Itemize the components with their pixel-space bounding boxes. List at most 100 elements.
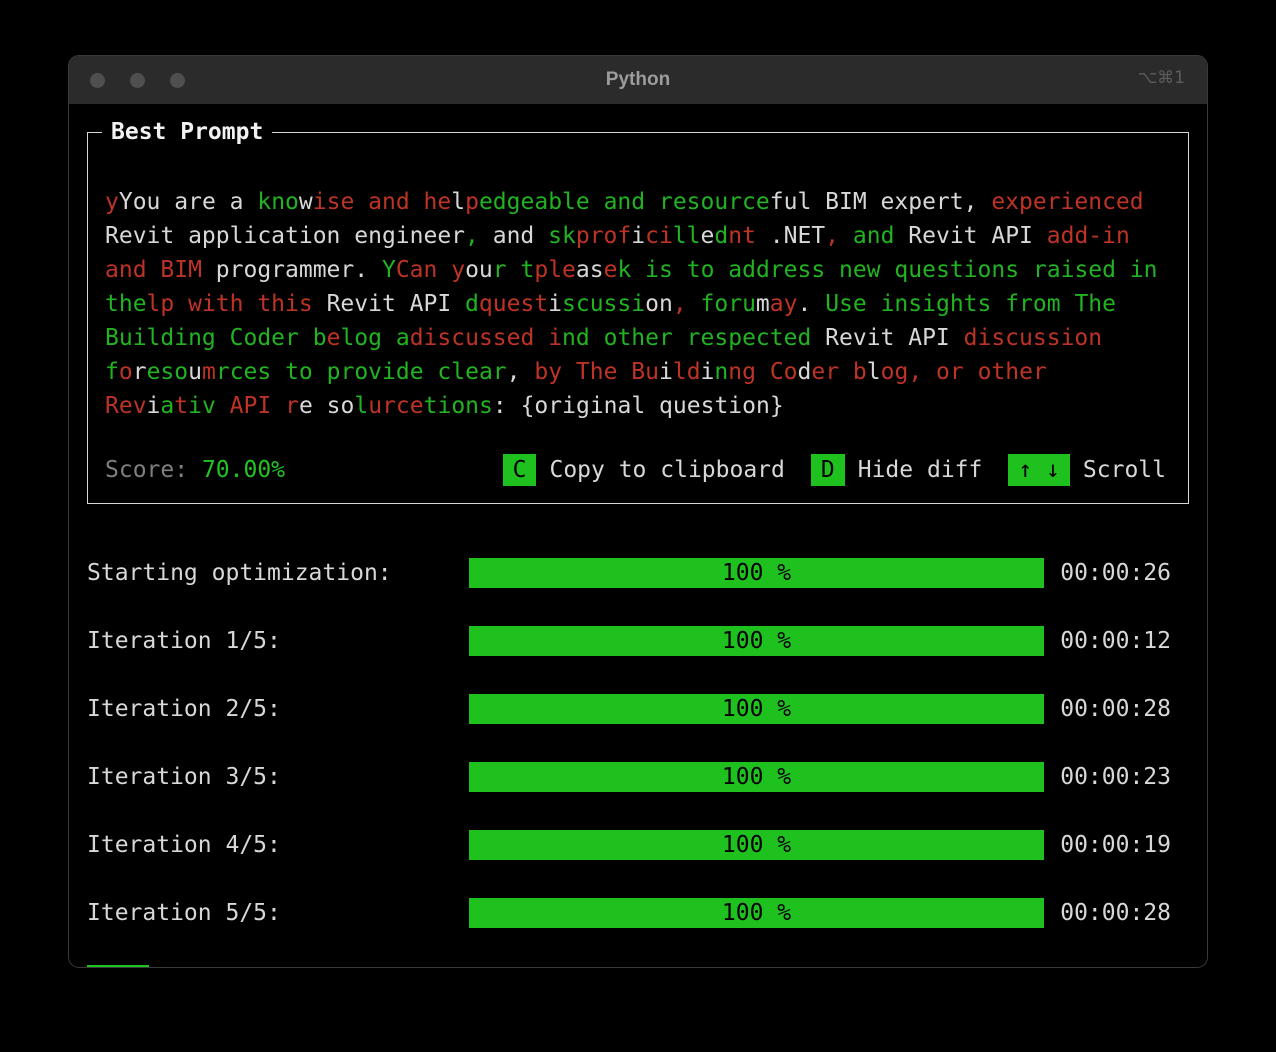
diff-segment: programmer. — [215, 257, 382, 283]
diff-segment: log — [340, 325, 382, 351]
diff-segment: as — [575, 257, 604, 283]
diff-segment: ou — [465, 257, 493, 283]
diff-segment: rces — [215, 359, 272, 385]
progress-label: Starting optimization: — [87, 560, 392, 586]
esc-key-badge[interactable]: ESC — [87, 965, 149, 967]
diff-segment: m — [755, 291, 770, 317]
progress-row: Iteration 5/5: 100 % 00:00:28 — [87, 898, 1189, 928]
progress-row: Iteration 1/5: 100 % 00:00:12 — [87, 626, 1189, 656]
diff-segment — [687, 291, 701, 317]
diff-segment: , or other — [908, 359, 1047, 385]
copy-label: Copy to clipboard — [549, 457, 785, 483]
diff-segment: Revit application engineer — [105, 223, 466, 249]
diff-segment — [839, 223, 853, 249]
terminal-window: Python ⌥⌘1 Best Prompt yYou are a knowis… — [68, 55, 1208, 968]
diff-segment: edgeable and resource — [478, 189, 770, 215]
progress-time: 00:00:19 — [1060, 832, 1171, 858]
diff-segment: d — [465, 291, 479, 317]
diff-line: Reviativ API re solurcetions: {original … — [105, 389, 1172, 423]
progress-bar: 100 % — [469, 762, 1044, 792]
diff-segment — [382, 325, 396, 351]
progress-time: 00:00:28 — [1060, 900, 1171, 926]
score-label: Score: — [105, 457, 202, 483]
diff-segment: ay — [769, 291, 798, 317]
progress-bar: 100 % — [469, 830, 1044, 860]
prompt-diff-text: yYou are a knowise and helpedgeable and … — [105, 185, 1172, 423]
diff-segment: You are a — [118, 189, 258, 215]
diff-segment: n — [714, 359, 729, 385]
progress-bar: 100 % — [469, 694, 1044, 724]
diff-segment: add-in — [1046, 223, 1130, 249]
progress-label: Iteration 1/5: — [87, 628, 281, 654]
diff-segment: so — [326, 393, 355, 419]
diff-segment: Revit API — [312, 291, 466, 317]
diff-segment: r — [285, 393, 299, 419]
diff-segment: ll — [672, 223, 701, 249]
diff-segment: and — [478, 223, 549, 249]
hide-diff-label: Hide diff — [857, 457, 983, 483]
diff-segment: og — [880, 359, 909, 385]
progress-bar: 100 % — [469, 898, 1044, 928]
progress-label: Iteration 2/5: — [87, 696, 281, 722]
window-title: Python — [605, 69, 671, 90]
progress-bar: 100 % — [469, 558, 1044, 588]
diff-segment: rce — [382, 393, 424, 419]
diff-line: Building Coder belog adiscussed ind othe… — [105, 321, 1172, 355]
diff-segment: on — [645, 291, 673, 317]
diff-segment: l — [866, 359, 881, 385]
progress-row: Starting optimization: 100 % 00:00:26 — [87, 558, 1189, 588]
diff-segment: ple — [534, 257, 576, 283]
diff-segment: e — [603, 257, 618, 283]
titlebar: Python ⌥⌘1 — [69, 56, 1207, 104]
diff-segment: discussed — [409, 325, 549, 351]
diff-segment: d — [714, 223, 729, 249]
diff-segment: and BIM — [105, 257, 216, 283]
progress-list: Starting optimization: 100 % 00:00:26 Itera… — [87, 558, 1189, 928]
window-shortcut-badge: ⌥⌘1 — [1137, 68, 1185, 88]
progress-percent: 100 % — [721, 696, 792, 722]
diff-segment: Revit API — [894, 223, 1047, 249]
diff-segment: kno — [257, 189, 299, 215]
diff-segment: {original question} — [506, 393, 784, 419]
diff-segment: r — [492, 257, 507, 283]
diff-segment: eso — [146, 359, 189, 385]
diff-segment: Co — [755, 359, 798, 385]
diff-segment: i — [658, 359, 673, 385]
scroll-key-badge[interactable]: ↑ ↓ — [1008, 454, 1070, 486]
diff-segment: d — [797, 359, 812, 385]
progress-percent: 100 % — [721, 628, 792, 654]
diff-segment: lp with this — [146, 291, 313, 317]
diff-segment: ci — [645, 223, 673, 249]
action-hints: C Copy to clipboard D Hide diff ↑ ↓ Scroll — [502, 454, 1172, 486]
progress-label: Iteration 4/5: — [87, 832, 281, 858]
diff-segment: y — [451, 257, 466, 283]
diff-segment: : — [492, 393, 507, 419]
score-value: 70.00% — [201, 457, 286, 483]
close-button[interactable] — [90, 72, 105, 88]
diff-segment: API — [215, 393, 286, 419]
diff-segment: nt — [728, 223, 756, 249]
diff-segment: i — [146, 393, 161, 419]
footer-left: ESC Exit — [87, 965, 222, 967]
diff-segment: e — [326, 325, 341, 351]
diff-segment: Use insights from The — [811, 291, 1116, 317]
diff-segment: Building Coder — [105, 325, 313, 351]
diff-segment: m — [201, 359, 216, 385]
progress-row: Iteration 4/5: 100 % 00:00:19 — [87, 830, 1189, 860]
diff-segment: l — [354, 393, 369, 419]
diff-segment: quest — [478, 291, 549, 317]
diff-segment — [313, 393, 327, 419]
progress-label: Iteration 3/5: — [87, 764, 281, 790]
diff-segment: b — [312, 325, 327, 351]
copy-key-badge[interactable]: C — [502, 454, 537, 486]
progress-percent: 100 % — [721, 560, 792, 586]
zoom-button[interactable] — [170, 72, 185, 88]
diff-segment: foru — [700, 291, 756, 317]
progress-percent: 100 % — [721, 832, 792, 858]
minimize-button[interactable] — [130, 72, 145, 88]
diff-segment: discussion — [963, 325, 1103, 351]
hide-diff-key-badge[interactable]: D — [810, 454, 845, 486]
diff-segment: nd — [562, 325, 590, 351]
progress-time: 00:00:28 — [1060, 696, 1171, 722]
diff-line: yYou are a knowise and helpedgeable and … — [105, 185, 1172, 219]
